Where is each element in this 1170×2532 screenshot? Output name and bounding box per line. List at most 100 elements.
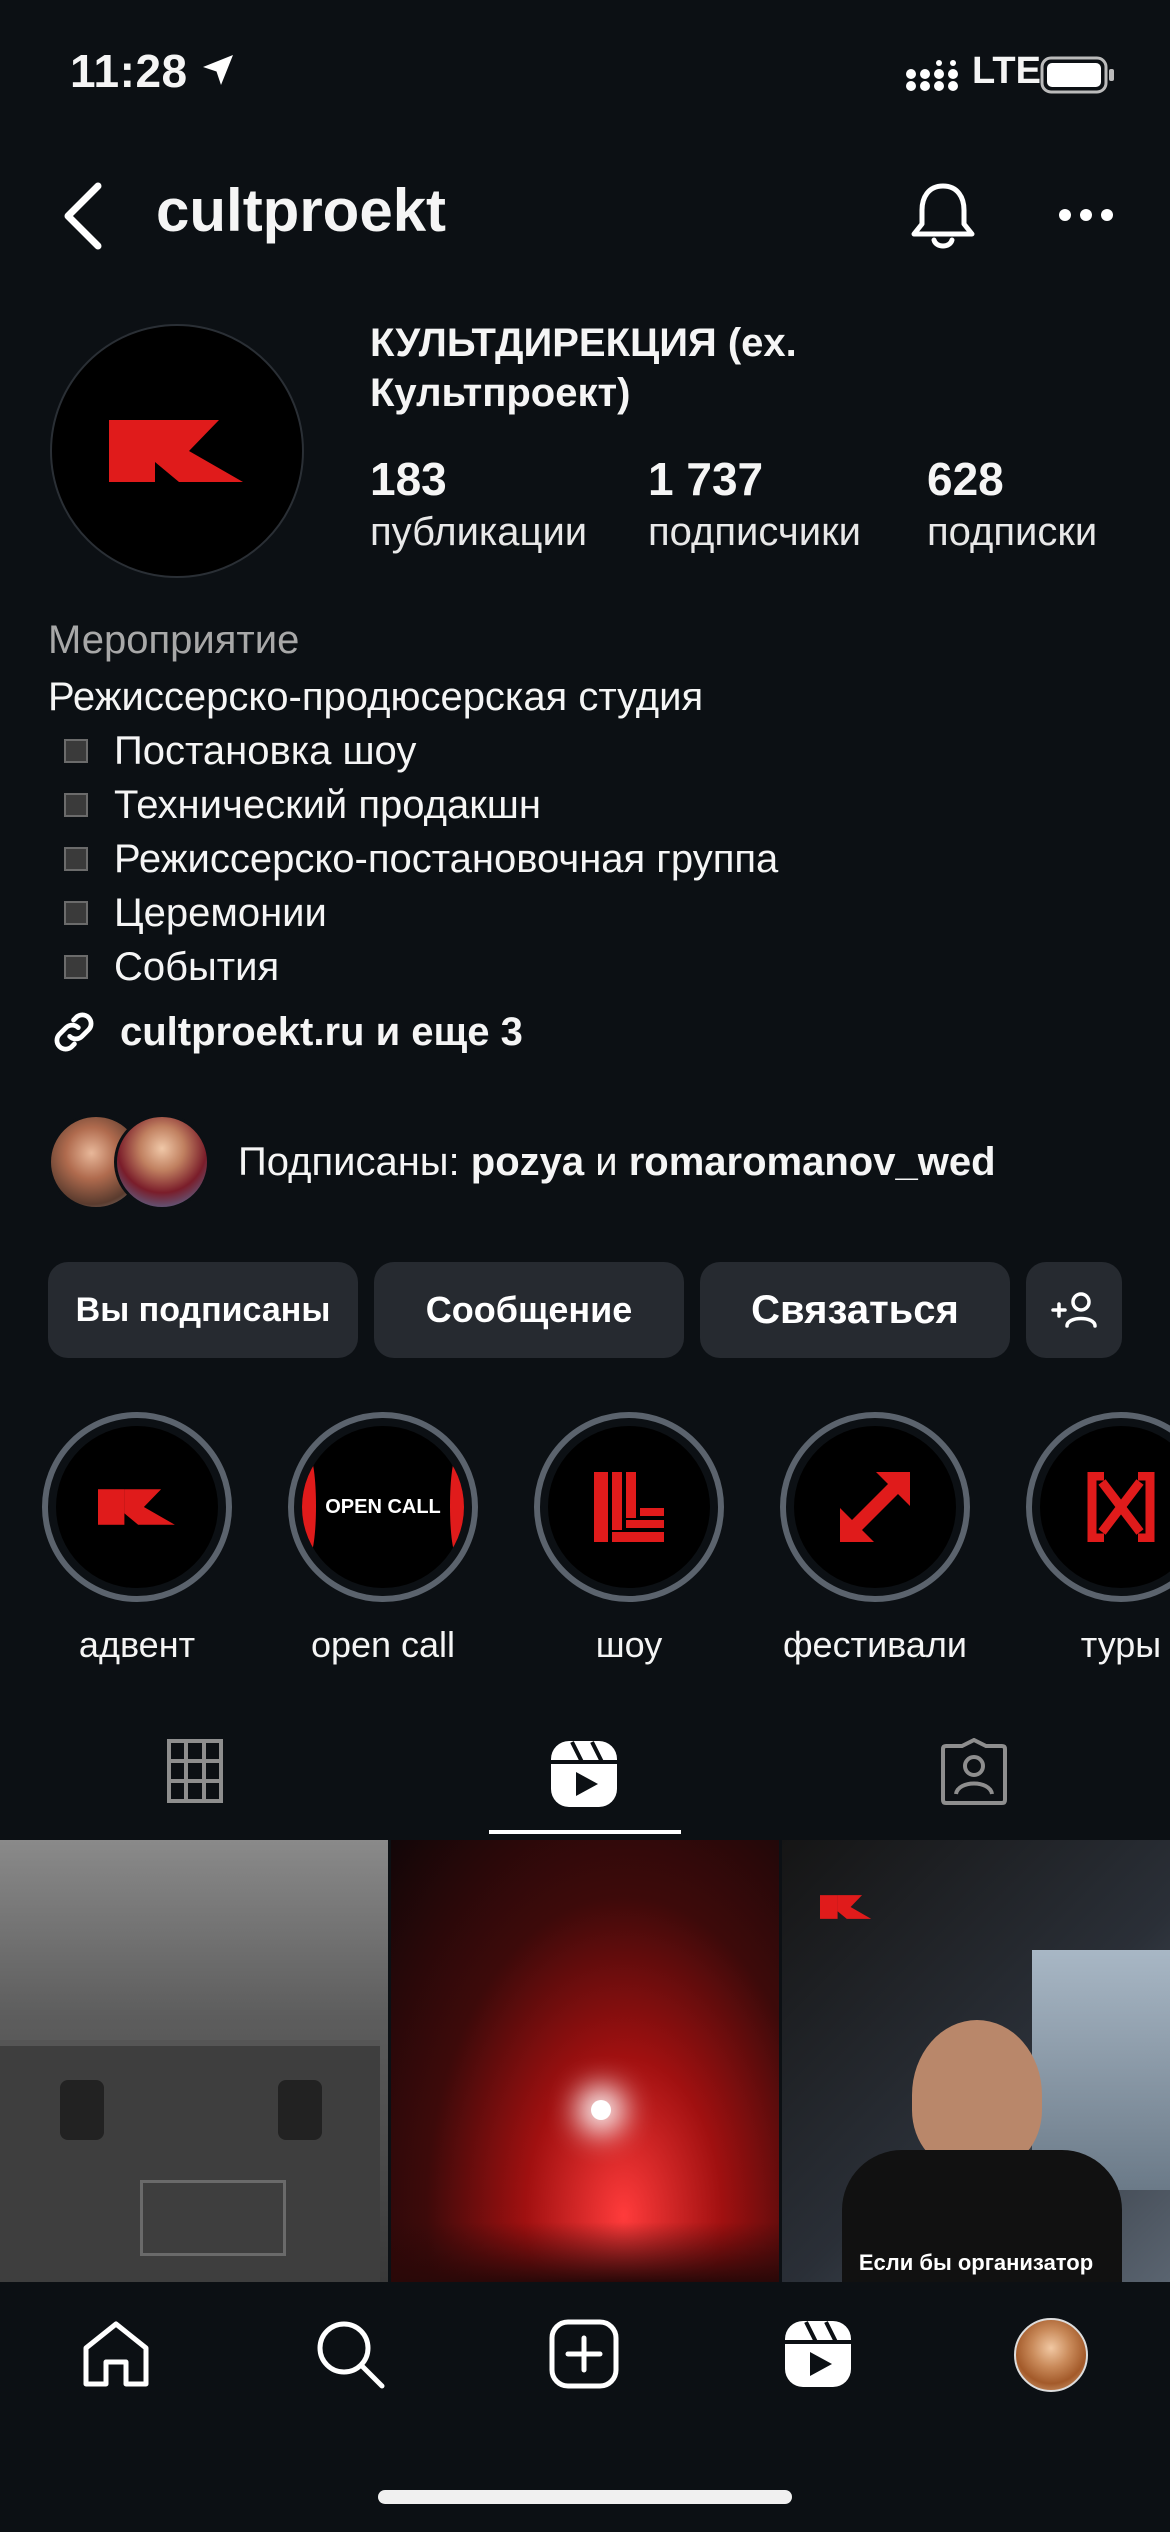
active-tab-indicator <box>489 1830 681 1834</box>
highlight-item[interactable]: адвент <box>42 1412 232 1666</box>
kultproekt-logo-icon <box>820 1895 872 1919</box>
square-bullet-icon <box>64 739 88 763</box>
highlight-cover <box>1040 1426 1170 1588</box>
following-count[interactable]: 628 подписки <box>927 452 1097 555</box>
message-button[interactable]: Сообщение <box>374 1262 684 1358</box>
highlight-item[interactable]: OPEN CALL open call <box>288 1412 478 1666</box>
reel-thumbnail[interactable] <box>0 1840 388 2282</box>
square-bullet-icon <box>64 793 88 817</box>
stat-label: подписки <box>927 510 1098 554</box>
crowd <box>391 2222 779 2282</box>
highlight-label: туры <box>1080 1624 1162 1665</box>
bio-item-text: Постановка шоу <box>114 729 417 773</box>
highlight-item[interactable]: шоу <box>534 1412 724 1666</box>
profile-username: cultproekt <box>156 177 447 244</box>
home-icon[interactable] <box>80 2318 152 2390</box>
kultproekt-logo-icon <box>109 420 243 482</box>
person-face <box>912 2020 1042 2170</box>
suggest-users-button[interactable] <box>1026 1262 1122 1358</box>
followers-count[interactable]: 1 737 подписчики <box>648 452 861 555</box>
grid-tab-icon[interactable] <box>166 1738 224 1804</box>
following-button[interactable]: Вы подписаны <box>48 1262 358 1358</box>
contact-button[interactable]: Связаться <box>700 1262 1010 1358</box>
highlight-cover <box>794 1426 956 1588</box>
open-call-cover-text: OPEN CALL <box>325 1495 441 1518</box>
tagged-tab-icon[interactable] <box>940 1738 1008 1806</box>
followed-prefix: Подписаны: <box>238 1139 471 1184</box>
red-accent <box>302 1456 316 1556</box>
case-latch <box>60 2080 104 2140</box>
signal-icon <box>906 60 958 91</box>
case-latch <box>278 2080 322 2140</box>
follower-avatar <box>114 1114 210 1210</box>
highlight-label: open call <box>310 1624 456 1665</box>
followed-by[interactable]: Подписаны: pozya и romaromanov_wed <box>48 1114 996 1210</box>
network-type: LTE <box>972 50 1041 92</box>
highlight-cover <box>56 1426 218 1588</box>
red-accent <box>450 1456 464 1556</box>
highlight-cover: OPEN CALL <box>302 1426 464 1588</box>
reel-thumbnail[interactable] <box>391 1840 779 2282</box>
festival-arrows-icon <box>840 1472 910 1542</box>
reel-caption: Если бы организатор <box>858 2250 1094 2275</box>
add-user-icon <box>1051 1292 1097 1328</box>
profile-link-text: cultproekt.ru и еще 3 <box>120 1009 523 1054</box>
highlight-ring <box>1026 1412 1170 1602</box>
create-post-icon[interactable] <box>548 2318 620 2390</box>
link-icon <box>54 1012 94 1052</box>
stat-label: публикации <box>370 510 588 554</box>
more-options-icon[interactable] <box>1058 208 1114 222</box>
battery-icon <box>1040 56 1114 94</box>
home-indicator <box>378 2490 792 2504</box>
highlight-item[interactable]: туры <box>1026 1412 1170 1666</box>
tours-logo-icon <box>1087 1472 1155 1542</box>
bio-item: События <box>48 940 778 994</box>
profile-category: Мероприятие <box>48 618 300 662</box>
notification-bell-icon[interactable] <box>908 180 978 252</box>
stat-value: 628 <box>927 453 1004 505</box>
kultproekt-logo-icon <box>98 1489 175 1525</box>
bio-item: Технический продакшн <box>48 778 778 832</box>
stage-light <box>591 2100 611 2120</box>
profile-avatar[interactable] <box>50 324 304 578</box>
highlight-label: фестивали <box>782 1624 968 1665</box>
case-label <box>140 2180 286 2256</box>
stat-value: 1 737 <box>648 453 764 505</box>
bio-item: Церемонии <box>48 886 778 940</box>
reels-nav-icon[interactable] <box>782 2318 854 2390</box>
reel-thumbnail[interactable]: Если бы организатор <box>782 1840 1170 2282</box>
show-logo-icon <box>594 1472 664 1542</box>
highlight-ring: OPEN CALL <box>288 1412 478 1602</box>
highlight-cover <box>548 1426 710 1588</box>
highlight-ring <box>780 1412 970 1602</box>
followed-by-text: Подписаны: pozya и romaromanov_wed <box>238 1140 996 1185</box>
bio-title: Режиссерско-продюсерская студия <box>48 675 704 719</box>
highlight-ring <box>42 1412 232 1602</box>
bio-item-text: Церемонии <box>114 891 327 935</box>
location-arrow-icon <box>203 55 233 85</box>
posts-count[interactable]: 183 публикации <box>370 452 587 555</box>
bio-item: Режиссерско-постановочная группа <box>48 832 778 886</box>
bio-item-text: Технический продакшн <box>114 783 541 827</box>
highlight-ring <box>534 1412 724 1602</box>
profile-bio: Режиссерско-продюсерская студия Постанов… <box>48 670 778 994</box>
highlight-label: шоу <box>595 1624 663 1665</box>
followed-conj: и <box>584 1139 629 1184</box>
stat-label: подписчики <box>648 510 861 554</box>
reels-tab-icon[interactable] <box>548 1738 620 1810</box>
square-bullet-icon <box>64 955 88 979</box>
profile-links[interactable]: cultproekt.ru и еще 3 <box>48 1006 523 1058</box>
follower-username[interactable]: romaromanov_wed <box>629 1140 996 1184</box>
profile-full-name: КУЛЬТДИРЕКЦИЯ (ex. Культпроект) <box>370 321 797 415</box>
highlight-item[interactable]: фестивали <box>780 1412 970 1666</box>
status-time: 11:28 <box>70 45 188 97</box>
own-profile-avatar[interactable] <box>1014 2318 1088 2392</box>
square-bullet-icon <box>64 847 88 871</box>
highlight-label: адвент <box>78 1624 196 1665</box>
search-icon[interactable] <box>314 2318 386 2390</box>
bio-item-text: Режиссерско-постановочная группа <box>114 837 779 881</box>
bio-item-text: События <box>114 945 280 989</box>
bio-item: Постановка шоу <box>48 724 778 778</box>
back-chevron-icon[interactable] <box>60 180 108 252</box>
follower-username[interactable]: pozya <box>471 1140 584 1184</box>
